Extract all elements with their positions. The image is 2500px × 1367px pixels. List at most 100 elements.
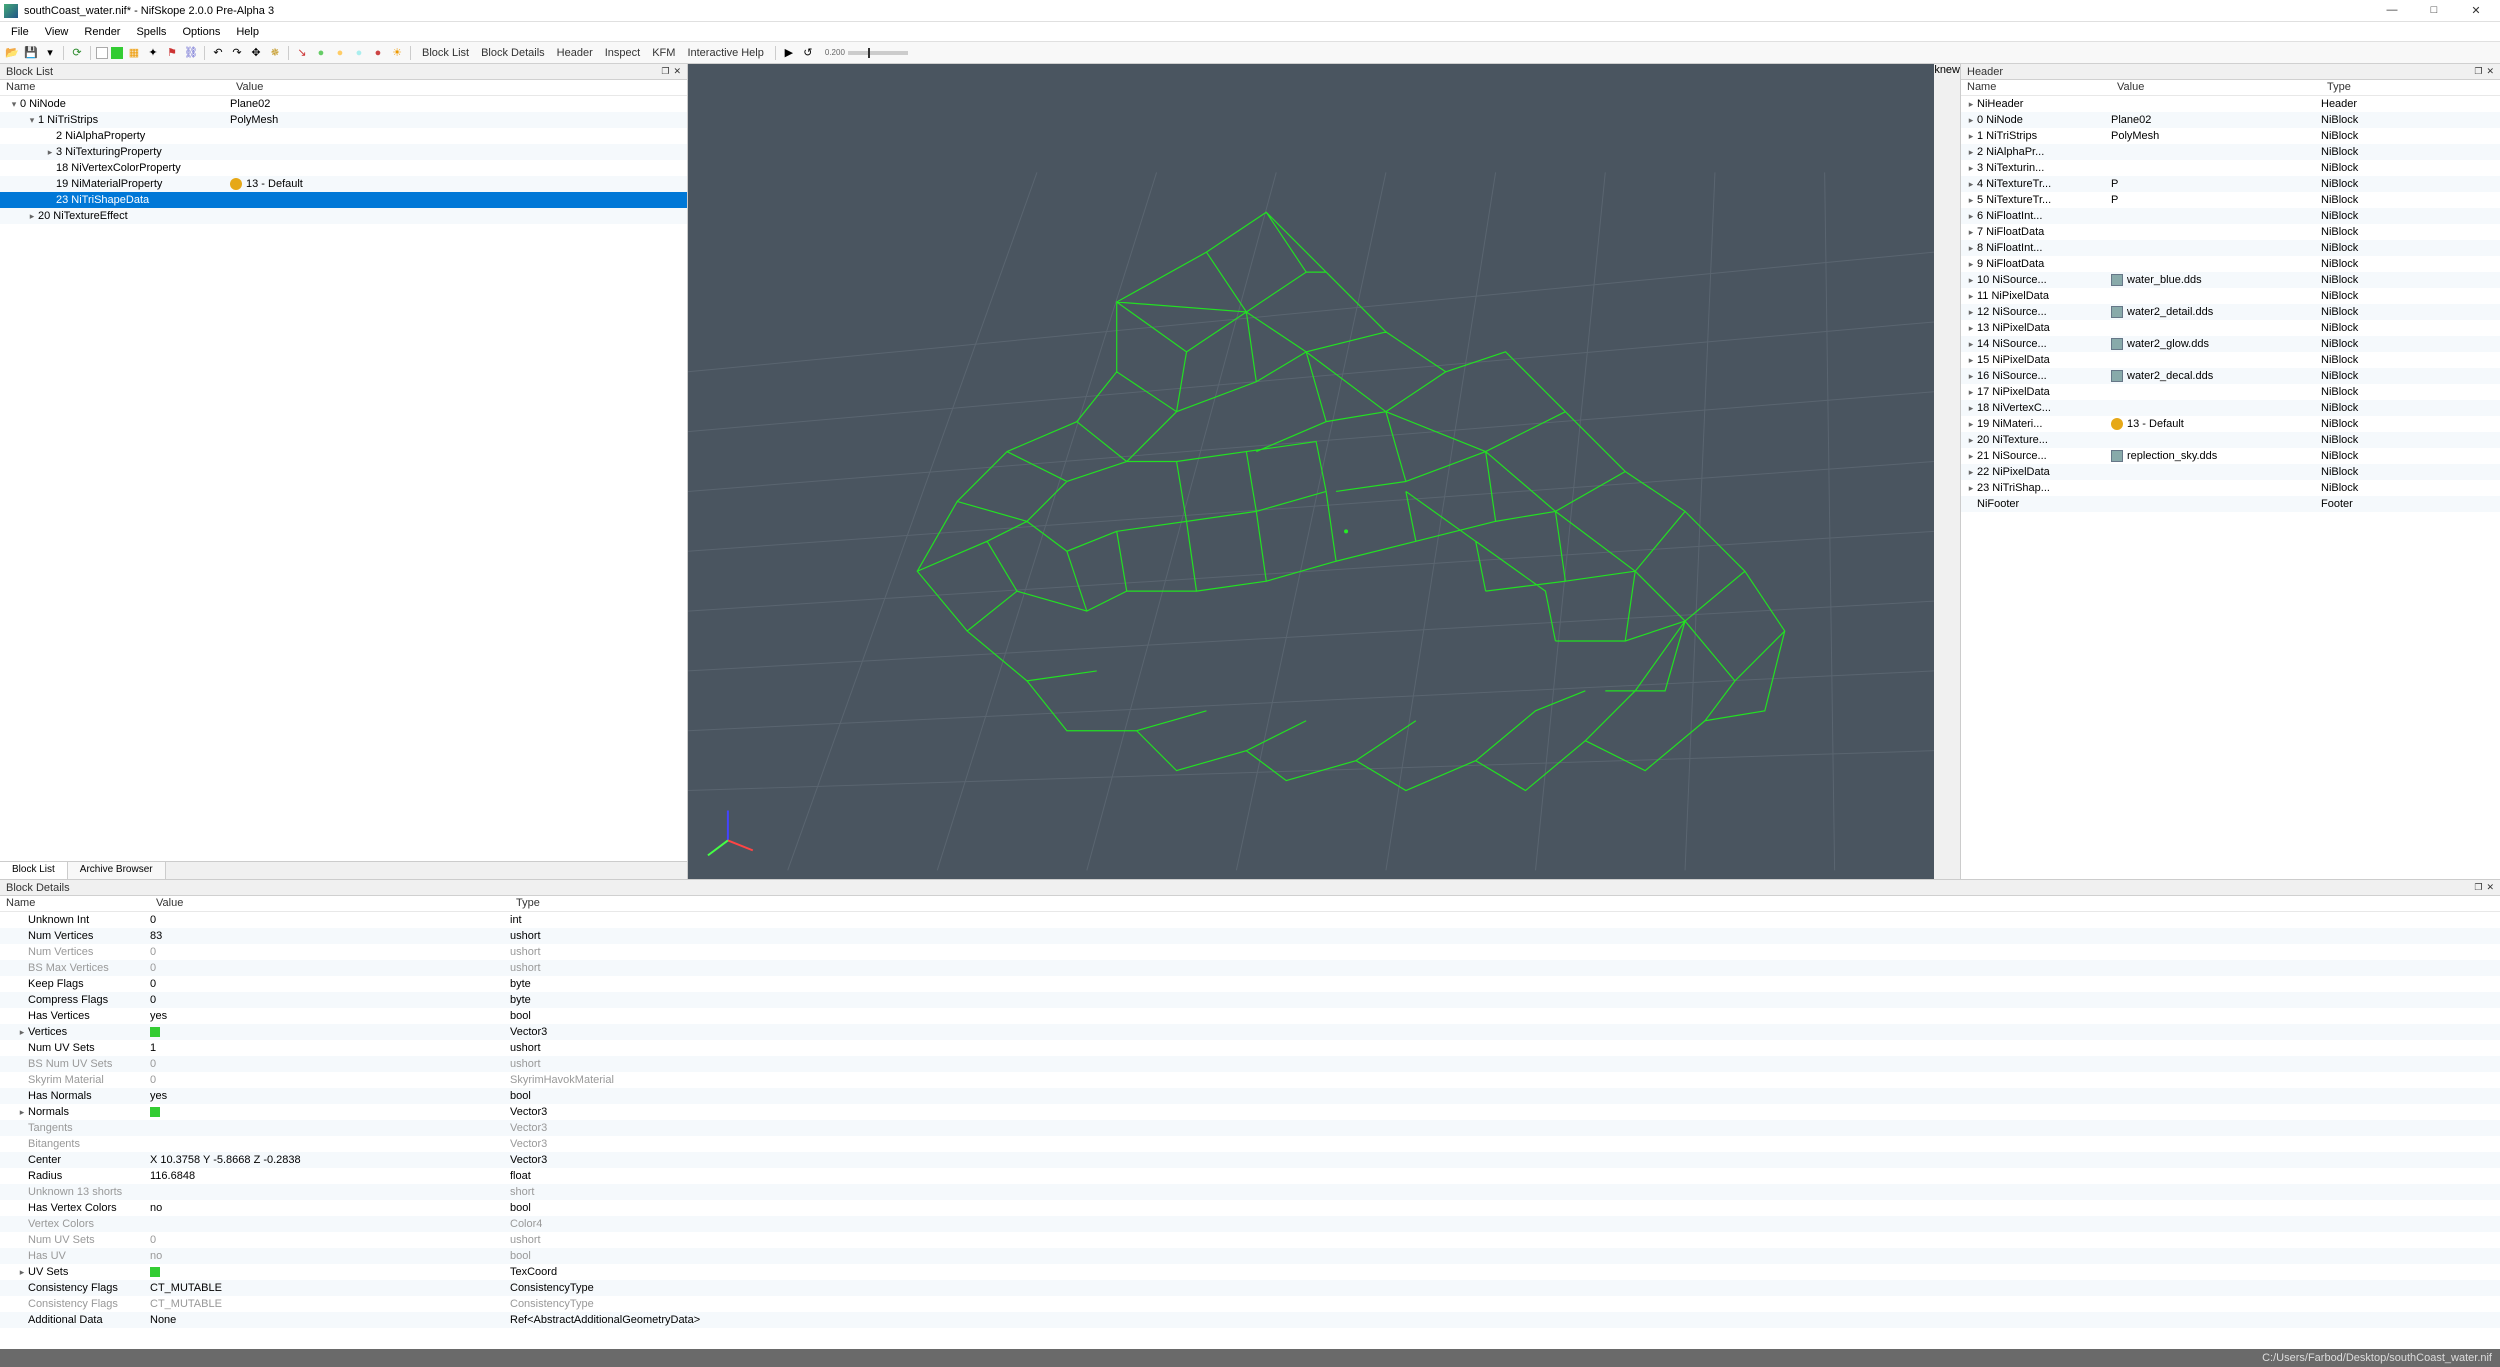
toolbtn-kfm[interactable]: KFM xyxy=(646,47,681,59)
menu-view[interactable]: View xyxy=(38,24,76,40)
header-row[interactable]: ▸21 NiSource...replection_sky.ddsNiBlock xyxy=(1961,448,2500,464)
header-row[interactable]: ▸13 NiPixelDataNiBlock xyxy=(1961,320,2500,336)
block-row[interactable]: ▸3 NiTexturingProperty xyxy=(0,144,687,160)
expander-icon[interactable]: ▸ xyxy=(1965,339,1977,350)
bdcol-name[interactable]: Name xyxy=(0,896,150,911)
undo-icon[interactable]: ↶ xyxy=(210,45,226,61)
detail-row[interactable]: BS Max Vertices0ushort xyxy=(0,960,2500,976)
header-row[interactable]: ▸17 NiPixelDataNiBlock xyxy=(1961,384,2500,400)
bdcol-value[interactable]: Value xyxy=(150,896,510,911)
detail-row[interactable]: Vertex ColorsColor4 xyxy=(0,1216,2500,1232)
maximize-button[interactable]: □ xyxy=(2422,4,2446,17)
block-row[interactable]: ▸20 NiTextureEffect xyxy=(0,208,687,224)
bdcol-type[interactable]: Type xyxy=(510,896,546,911)
expander-icon[interactable]: ▸ xyxy=(1965,307,1977,318)
expander-icon[interactable]: ▸ xyxy=(1965,387,1977,398)
header-row[interactable]: ▸2 NiAlphaPr...NiBlock xyxy=(1961,144,2500,160)
dot2-icon[interactable]: ● xyxy=(332,45,348,61)
toolbtn-header[interactable]: Header xyxy=(551,47,599,59)
graph-icon[interactable]: ↘ xyxy=(294,45,310,61)
header-row[interactable]: ▸8 NiFloatInt...NiBlock xyxy=(1961,240,2500,256)
detail-row[interactable]: Additional DataNoneRef<AbstractAdditiona… xyxy=(0,1312,2500,1328)
header-row[interactable]: ▸22 NiPixelDataNiBlock xyxy=(1961,464,2500,480)
viewport-3d[interactable] xyxy=(688,64,1934,879)
reload-icon[interactable]: ⟳ xyxy=(69,45,85,61)
expander-icon[interactable]: ▾ xyxy=(26,115,38,126)
header-row[interactable]: ▸20 NiTexture...NiBlock xyxy=(1961,432,2500,448)
header-row[interactable]: ▸11 NiPixelDataNiBlock xyxy=(1961,288,2500,304)
dropdown-icon[interactable]: ▾ xyxy=(42,45,58,61)
detail-row[interactable]: Compress Flags0byte xyxy=(0,992,2500,1008)
expander-icon[interactable]: ▸ xyxy=(16,1267,28,1278)
expander-icon[interactable]: ▸ xyxy=(1965,227,1977,238)
toolbtn-block-list[interactable]: Block List xyxy=(416,47,475,59)
detail-row[interactable]: Has Normalsyesbool xyxy=(0,1088,2500,1104)
detail-row[interactable]: Keep Flags0byte xyxy=(0,976,2500,992)
toolbtn-inspect[interactable]: Inspect xyxy=(599,47,646,59)
toolbtn-block-details[interactable]: Block Details xyxy=(475,47,551,59)
header-row[interactable]: ▸15 NiPixelDataNiBlock xyxy=(1961,352,2500,368)
expander-icon[interactable]: ▸ xyxy=(1965,419,1977,430)
color-chip-icon[interactable] xyxy=(96,47,108,59)
expander-icon[interactable]: ▸ xyxy=(1965,179,1977,190)
close-button[interactable]: ✕ xyxy=(2464,4,2488,17)
block-row[interactable]: 19 NiMaterialProperty13 - Default xyxy=(0,176,687,192)
dot3-icon[interactable]: ● xyxy=(351,45,367,61)
header-row[interactable]: NiFooterFooter xyxy=(1961,496,2500,512)
expander-icon[interactable]: ▸ xyxy=(1965,131,1977,142)
detail-row[interactable]: ▸NormalsVector3 xyxy=(0,1104,2500,1120)
header-row[interactable]: ▸NiHeaderHeader xyxy=(1961,96,2500,112)
panel-close-icon[interactable]: ✕ xyxy=(2486,66,2494,77)
menu-spells[interactable]: Spells xyxy=(129,24,173,40)
panel-close-icon[interactable]: ✕ xyxy=(2486,882,2494,893)
target-icon[interactable]: ✵ xyxy=(267,45,283,61)
detail-row[interactable]: Num Vertices0ushort xyxy=(0,944,2500,960)
detail-row[interactable]: TangentsVector3 xyxy=(0,1120,2500,1136)
col-name[interactable]: Name xyxy=(0,80,230,95)
tab-block-list[interactable]: Block List xyxy=(0,862,68,879)
block-row[interactable]: 2 NiAlphaProperty xyxy=(0,128,687,144)
detail-row[interactable]: Consistency FlagsCT_MUTABLEConsistencyTy… xyxy=(0,1296,2500,1312)
panel-undock-icon[interactable]: ❐ xyxy=(661,66,669,77)
expander-icon[interactable]: ▸ xyxy=(1965,451,1977,462)
hcol-type[interactable]: Type xyxy=(2321,80,2357,95)
detail-row[interactable]: CenterX 10.3758 Y -5.8668 Z -0.2838Vecto… xyxy=(0,1152,2500,1168)
tab-archive-browser[interactable]: Archive Browser xyxy=(68,862,166,879)
expander-icon[interactable]: ▸ xyxy=(1965,115,1977,126)
panel-undock-icon[interactable]: ❐ xyxy=(2474,882,2482,893)
header-row[interactable]: ▸1 NiTriStripsPolyMeshNiBlock xyxy=(1961,128,2500,144)
expander-icon[interactable]: ▸ xyxy=(1965,323,1977,334)
expander-icon[interactable]: ▸ xyxy=(16,1027,28,1038)
expander-icon[interactable]: ▸ xyxy=(1965,355,1977,366)
panel-undock-icon[interactable]: ❐ xyxy=(2474,66,2482,77)
marker-icon[interactable]: ⚑ xyxy=(164,45,180,61)
detail-row[interactable]: Has Verticesyesbool xyxy=(0,1008,2500,1024)
col-value[interactable]: Value xyxy=(230,80,269,95)
expander-icon[interactable]: ▸ xyxy=(1965,403,1977,414)
minimize-button[interactable]: — xyxy=(2380,4,2404,17)
header-row[interactable]: ▸19 NiMateri...13 - DefaultNiBlock xyxy=(1961,416,2500,432)
header-row[interactable]: ▸9 NiFloatDataNiBlock xyxy=(1961,256,2500,272)
expander-icon[interactable]: ▾ xyxy=(8,99,20,110)
expander-icon[interactable]: ▸ xyxy=(1965,259,1977,270)
hcol-value[interactable]: Value xyxy=(2111,80,2321,95)
detail-row[interactable]: Radius116.6848float xyxy=(0,1168,2500,1184)
expander-icon[interactable]: ▸ xyxy=(1965,435,1977,446)
header-row[interactable]: ▸6 NiFloatInt...NiBlock xyxy=(1961,208,2500,224)
axes-icon[interactable]: ✦ xyxy=(145,45,161,61)
link-icon[interactable]: ⛓ xyxy=(183,45,199,61)
save-icon[interactable]: 💾 xyxy=(23,45,39,61)
menu-options[interactable]: Options xyxy=(175,24,227,40)
detail-row[interactable]: Has Vertex Colorsnobool xyxy=(0,1200,2500,1216)
detail-row[interactable]: Unknown 13 shortsshort xyxy=(0,1184,2500,1200)
play-icon[interactable]: ▶ xyxy=(781,45,797,61)
detail-row[interactable]: BS Num UV Sets0ushort xyxy=(0,1056,2500,1072)
header-row[interactable]: ▸14 NiSource...water2_glow.ddsNiBlock xyxy=(1961,336,2500,352)
block-row[interactable]: ▾1 NiTriStripsPolyMesh xyxy=(0,112,687,128)
detail-row[interactable]: BitangentsVector3 xyxy=(0,1136,2500,1152)
anim-slider[interactable] xyxy=(848,51,908,55)
hcol-name[interactable]: Name xyxy=(1961,80,2111,95)
menu-help[interactable]: Help xyxy=(229,24,266,40)
header-row[interactable]: ▸23 NiTriShap...NiBlock xyxy=(1961,480,2500,496)
header-row[interactable]: ▸3 NiTexturin...NiBlock xyxy=(1961,160,2500,176)
